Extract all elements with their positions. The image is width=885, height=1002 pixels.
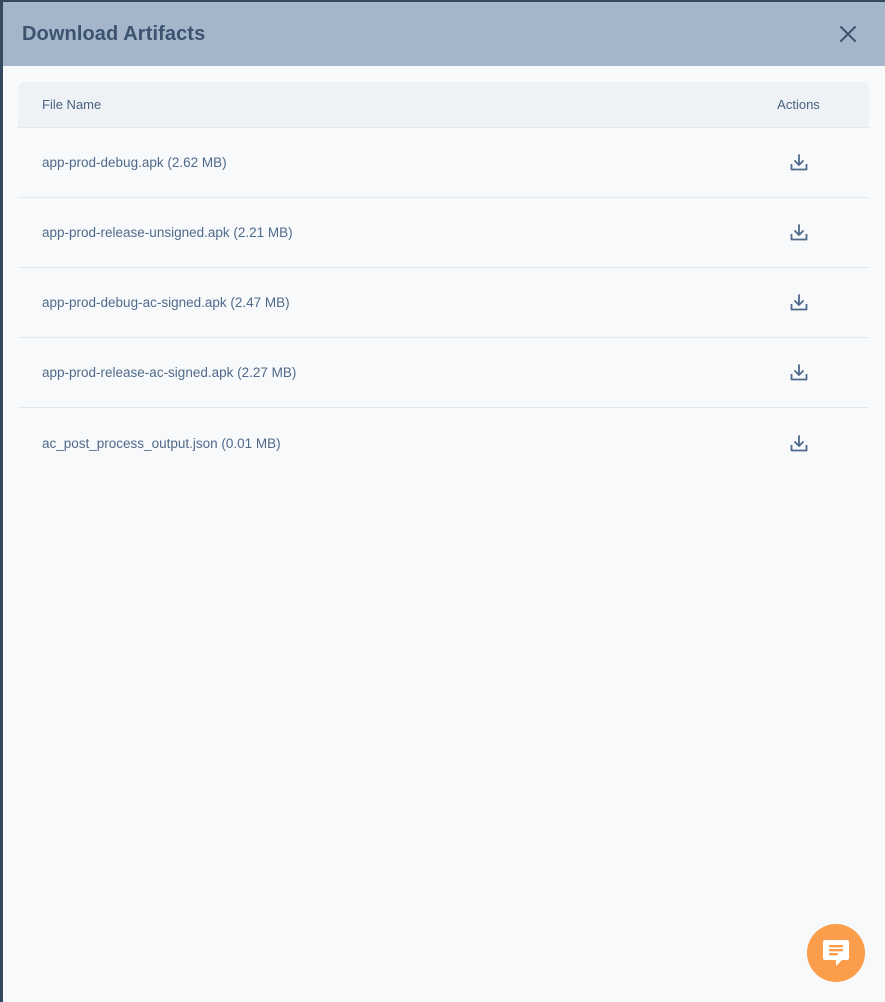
download-icon [790,364,807,381]
modal-title: Download Artifacts [22,22,206,45]
file-name: app-prod-debug.apk (2.62 MB) [42,155,227,170]
table-row: app-prod-release-ac-signed.apk (2.27 MB) [18,338,869,408]
file-name: ac_post_process_output.json (0.01 MB) [42,435,281,451]
download-artifacts-modal: Download Artifacts File Name Actions app… [3,2,885,1002]
table-row: app-prod-debug-ac-signed.apk (2.47 MB) [18,268,869,338]
column-header-file-name: File Name [42,97,102,112]
table-header: File Name Actions [18,82,869,128]
download-icon [790,154,807,171]
table-row: app-prod-debug.apk (2.62 MB) [18,128,869,198]
modal-header: Download Artifacts [3,2,885,66]
close-button[interactable] [837,23,859,45]
file-name: app-prod-release-unsigned.apk (2.21 MB) [42,225,293,240]
file-name: app-prod-release-ac-signed.apk (2.27 MB) [42,365,297,380]
chat-icon [823,940,849,966]
table-row: app-prod-release-unsigned.apk (2.21 MB) [18,198,869,268]
table-row: ac_post_process_output.json (0.01 MB) [18,408,869,478]
download-button[interactable] [787,431,811,455]
download-button[interactable] [787,291,811,315]
download-button[interactable] [787,361,811,385]
download-button[interactable] [787,221,811,245]
column-header-actions: Actions [777,97,820,112]
download-icon [790,294,807,311]
download-icon [790,224,807,241]
download-icon [790,434,807,451]
chat-widget-button[interactable] [807,924,865,982]
close-icon [840,26,856,42]
file-name: app-prod-debug-ac-signed.apk (2.47 MB) [42,295,290,310]
download-button[interactable] [787,151,811,175]
artifacts-table: File Name Actions app-prod-debug.apk (2.… [18,82,869,478]
